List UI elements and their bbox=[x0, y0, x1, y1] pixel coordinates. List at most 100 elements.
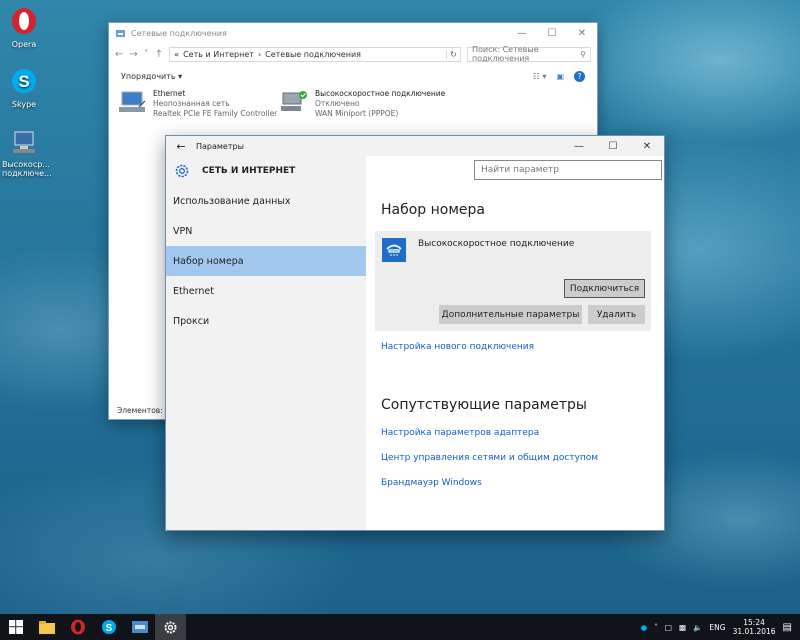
windows-logo-icon bbox=[8, 620, 23, 634]
nav-item-vpn[interactable]: VPN bbox=[166, 216, 366, 246]
folder-icon bbox=[38, 620, 55, 634]
explorer-status-bar: Элементов: 2 bbox=[117, 406, 170, 415]
help-icon[interactable]: ? bbox=[574, 70, 585, 82]
settings-header-label: СЕТЬ И ИНТЕРНЕТ bbox=[202, 166, 296, 176]
settings-search-input[interactable]: Найти параметр bbox=[474, 160, 662, 180]
maximize-button[interactable]: ☐ bbox=[537, 28, 567, 39]
connection-name: Высокоскоростное подключение bbox=[418, 239, 575, 249]
breadcrumb-overflow[interactable]: « bbox=[174, 50, 179, 59]
network-center-link[interactable]: Центр управления сетями и общим доступом bbox=[381, 453, 598, 463]
explorer-titlebar[interactable]: Сетевые подключения — ☐ ✕ bbox=[109, 23, 597, 43]
settings-titlebar[interactable]: ← Параметры — ☐ ✕ bbox=[166, 136, 664, 156]
taskbar: S ● ˄ □ ▩ 🔈 ENG 15:24 31.01.2016 ▤ bbox=[0, 614, 800, 640]
recent-chevron-icon[interactable]: ˅ bbox=[144, 49, 149, 60]
settings-header: СЕТЬ И ИНТЕРНЕТ bbox=[166, 156, 366, 186]
breadcrumb-connections[interactable]: Сетевые подключения bbox=[265, 50, 361, 59]
view-options-icon[interactable]: ☷ ▾ bbox=[533, 72, 547, 81]
page-title: Набор номера bbox=[381, 202, 486, 218]
opera-icon bbox=[70, 619, 85, 635]
desktop-icon-opera[interactable]: Opera bbox=[2, 6, 46, 49]
notification-icon[interactable]: □ bbox=[665, 623, 672, 632]
volume-icon[interactable]: 🔈 bbox=[693, 623, 702, 632]
clock-time: 15:24 bbox=[743, 618, 765, 627]
back-arrow-icon[interactable]: ← bbox=[166, 140, 196, 153]
desktop-icon-label: Высокоср... подключе... bbox=[2, 160, 52, 178]
explorer-search-input[interactable]: Поиск: Сетевые подключения ⚲ bbox=[467, 45, 591, 63]
action-center-icon[interactable]: ▤ bbox=[783, 622, 792, 633]
desktop-icon-label: Skype bbox=[11, 100, 37, 109]
breadcrumb-separator: › bbox=[257, 49, 262, 59]
nav-item-proxy[interactable]: Прокси bbox=[166, 306, 366, 336]
language-indicator[interactable]: ENG bbox=[709, 623, 725, 632]
organize-menu[interactable]: Упорядочить ▾ bbox=[121, 72, 182, 81]
desktop-icon-connection[interactable]: Высокоср... подключе... bbox=[2, 126, 52, 178]
explorer-address-row: ← → ˅ ↑ « Сеть и Интернет › Сетевые подк… bbox=[109, 43, 597, 65]
close-button[interactable]: ✕ bbox=[630, 141, 664, 152]
desktop-icon-label: Opera bbox=[11, 40, 37, 49]
forward-arrow-icon[interactable]: → bbox=[129, 49, 137, 60]
network-status-icon[interactable]: ▩ bbox=[679, 623, 686, 632]
settings-window[interactable]: ← Параметры — ☐ ✕ СЕТЬ И ИНТЕРНЕТ Исполь… bbox=[165, 135, 665, 531]
tray-skype-icon[interactable]: ● bbox=[641, 623, 648, 632]
connection-card[interactable]: Высокоскоростное подключение Подключитьс… bbox=[375, 231, 651, 331]
search-placeholder: Поиск: Сетевые подключения bbox=[472, 45, 539, 63]
taskbar-clock[interactable]: 15:24 31.01.2016 bbox=[733, 618, 776, 636]
connection-item-ethernet[interactable]: Ethernet Неопознанная сеть Realtek PCIe … bbox=[119, 89, 277, 119]
breadcrumb-network[interactable]: Сеть и Интернет bbox=[183, 50, 254, 59]
connection-device: WAN Miniport (PPPOE) bbox=[315, 109, 399, 118]
network-folder-icon bbox=[131, 621, 148, 633]
minimize-button[interactable]: — bbox=[562, 141, 596, 152]
nav-item-ethernet[interactable]: Ethernet bbox=[166, 276, 366, 306]
show-hidden-icons-icon[interactable]: ˄ bbox=[654, 623, 658, 632]
preview-pane-icon[interactable]: ▣ bbox=[556, 72, 564, 81]
desktop-icon-skype[interactable]: S Skype bbox=[2, 66, 46, 109]
related-settings-title: Сопутствующие параметры bbox=[381, 397, 587, 413]
connection-name: Ethernet bbox=[153, 89, 186, 98]
adapter-settings-link[interactable]: Настройка параметров адаптера bbox=[381, 428, 539, 438]
back-arrow-icon[interactable]: ← bbox=[115, 49, 123, 60]
gear-icon bbox=[175, 164, 189, 178]
close-button[interactable]: ✕ bbox=[567, 28, 597, 39]
search-placeholder: Найти параметр bbox=[481, 165, 559, 175]
skype-icon: S bbox=[12, 69, 36, 93]
clock-date: 31.01.2016 bbox=[732, 627, 776, 636]
connection-item-broadband[interactable]: Высокоскоростное подключение Отключено W… bbox=[279, 89, 445, 119]
minimize-button[interactable]: — bbox=[507, 28, 537, 39]
address-bar[interactable]: « Сеть и Интернет › Сетевые подключения … bbox=[169, 46, 461, 62]
up-arrow-icon[interactable]: ↑ bbox=[155, 49, 163, 60]
svg-text:S: S bbox=[105, 623, 112, 634]
connect-button[interactable]: Подключиться bbox=[564, 279, 645, 298]
taskbar-network-connections[interactable] bbox=[124, 614, 155, 640]
taskbar-file-explorer[interactable] bbox=[31, 614, 62, 640]
start-button[interactable] bbox=[0, 614, 31, 640]
network-folder-icon bbox=[116, 29, 125, 37]
maximize-button[interactable]: ☐ bbox=[596, 141, 630, 152]
new-connection-link[interactable]: Настройка нового подключения bbox=[381, 342, 534, 352]
settings-content: Набор номера Высокоскоростное подключени… bbox=[366, 156, 664, 530]
nav-item-data-usage[interactable]: Использование данных bbox=[166, 186, 366, 216]
firewall-link[interactable]: Брандмауэр Windows bbox=[381, 478, 482, 488]
skype-icon: S bbox=[101, 620, 116, 634]
nav-item-dial-up[interactable]: Набор номера bbox=[166, 246, 366, 276]
explorer-toolbar: Упорядочить ▾ ☷ ▾ ▣ ? bbox=[109, 65, 597, 87]
gear-icon bbox=[164, 621, 177, 633]
connection-name: Высокоскоростное подключение bbox=[315, 89, 446, 98]
system-tray: ● ˄ □ ▩ 🔈 ENG 15:24 31.01.2016 ▤ bbox=[641, 618, 800, 636]
connection-device: Realtek PCIe FE Family Controller bbox=[153, 109, 278, 118]
taskbar-skype[interactable]: S bbox=[93, 614, 124, 640]
svg-text:S: S bbox=[18, 72, 29, 91]
network-computer-icon bbox=[13, 131, 35, 153]
connection-status: Неопознанная сеть bbox=[153, 99, 230, 108]
settings-sidebar: СЕТЬ И ИНТЕРНЕТ Использование данных VPN… bbox=[166, 156, 366, 530]
taskbar-opera[interactable] bbox=[62, 614, 93, 640]
opera-icon bbox=[12, 8, 36, 34]
delete-button[interactable]: Удалить bbox=[588, 305, 645, 324]
connection-status: Отключено bbox=[315, 99, 360, 108]
settings-title: Параметры bbox=[196, 141, 244, 151]
taskbar-settings[interactable] bbox=[155, 614, 186, 640]
ethernet-adapter-icon bbox=[119, 91, 146, 112]
advanced-options-button[interactable]: Дополнительные параметры bbox=[439, 305, 582, 324]
dialup-phone-icon bbox=[382, 238, 406, 262]
refresh-icon[interactable]: ↻ bbox=[446, 49, 460, 59]
broadband-modem-icon bbox=[281, 91, 307, 111]
